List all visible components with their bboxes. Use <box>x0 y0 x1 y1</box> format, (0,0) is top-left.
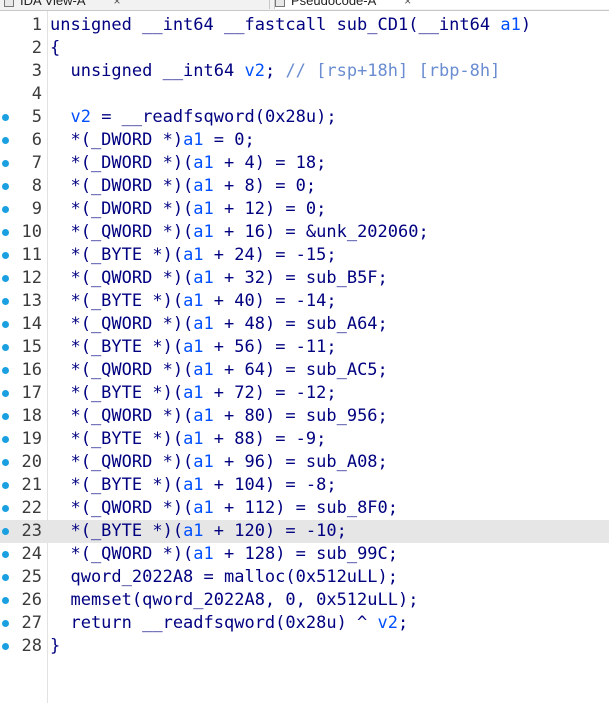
code-line[interactable]: 6 *(_DWORD *)a1 = 0; <box>0 129 609 152</box>
close-icon[interactable]: × <box>114 0 121 8</box>
code-text: *(_QWORD *)(a1 + 48) = sub_A64; <box>50 314 388 334</box>
line-number: 18 <box>21 406 42 426</box>
line-number: 4 <box>31 84 42 104</box>
code-text: *(_DWORD *)(a1 + 8) = 0; <box>50 176 317 196</box>
code-line[interactable]: 28} <box>0 635 609 658</box>
code-line[interactable]: 7 *(_DWORD *)(a1 + 4) = 18; <box>0 152 609 175</box>
code-line[interactable]: 25 qword_2022A8 = malloc(0x512uLL); <box>0 566 609 589</box>
line-number: 1 <box>31 15 42 35</box>
code-line[interactable]: 19 *(_BYTE *)(a1 + 88) = -9; <box>0 428 609 451</box>
code-text: return __readfsqword(0x28u) ^ v2; <box>50 613 409 633</box>
close-icon[interactable]: × <box>404 0 411 8</box>
code-text: unsigned __int64 __fastcall sub_CD1(__in… <box>50 15 532 35</box>
code-text: *(_QWORD *)(a1 + 32) = sub_B5F; <box>50 268 388 288</box>
tab-pseudocode-a[interactable]: Pseudocode-A × <box>274 0 609 9</box>
code-text: { <box>50 38 61 58</box>
code-text: *(_DWORD *)a1 = 0; <box>50 130 255 150</box>
tab-label: IDA View-A <box>20 0 86 8</box>
code-line[interactable]: 13 *(_BYTE *)(a1 + 40) = -14; <box>0 290 609 313</box>
code-line[interactable]: 11 *(_BYTE *)(a1 + 24) = -15; <box>0 244 609 267</box>
tab-strip: IDA View-A × Pseudocode-A × <box>0 0 609 11</box>
code-text: memset(qword_2022A8, 0, 0x512uLL); <box>50 590 419 610</box>
line-number: 20 <box>21 452 42 472</box>
line-number: 10 <box>21 222 42 242</box>
code-line[interactable]: 5 v2 = __readfsqword(0x28u); <box>0 106 609 129</box>
code-text: *(_QWORD *)(a1 + 64) = sub_AC5; <box>50 360 388 380</box>
code-text: *(_BYTE *)(a1 + 24) = -15; <box>50 245 337 265</box>
code-line[interactable]: 16 *(_QWORD *)(a1 + 64) = sub_AC5; <box>0 359 609 382</box>
code-line[interactable]: 8 *(_DWORD *)(a1 + 8) = 0; <box>0 175 609 198</box>
line-number: 28 <box>21 636 42 656</box>
line-number: 3 <box>31 61 42 81</box>
line-number: 27 <box>21 613 42 633</box>
code-line[interactable]: 12 *(_QWORD *)(a1 + 32) = sub_B5F; <box>0 267 609 290</box>
tab-label: Pseudocode-A <box>291 0 377 8</box>
line-number: 5 <box>31 107 42 127</box>
pseudocode-editor[interactable]: 1 unsigned __int64 __fastcall sub_CD1(__i… <box>0 11 609 703</box>
code-text: *(_QWORD *)(a1 + 16) = &unk_202060; <box>50 222 429 242</box>
line-number: 25 <box>21 567 42 587</box>
code-line[interactable]: 4 <box>0 83 609 106</box>
line-number: 15 <box>21 337 42 357</box>
line-number: 21 <box>21 475 42 495</box>
line-number: 24 <box>21 544 42 564</box>
line-number: 8 <box>31 176 42 196</box>
line-number: 7 <box>31 153 42 173</box>
code-text: *(_BYTE *)(a1 + 104) = -8; <box>50 475 337 495</box>
code-text: *(_BYTE *)(a1 + 56) = -11; <box>50 337 337 357</box>
line-number: 19 <box>21 429 42 449</box>
code-line[interactable]: 14 *(_QWORD *)(a1 + 48) = sub_A64; <box>0 313 609 336</box>
tab-ida-view-a[interactable]: IDA View-A × <box>4 0 270 9</box>
code-line[interactable]: 22 *(_QWORD *)(a1 + 112) = sub_8F0; <box>0 497 609 520</box>
line-number: 23 <box>21 521 42 541</box>
code-line[interactable]: 2{ <box>0 37 609 60</box>
line-number: 14 <box>21 314 42 334</box>
code-text: *(_BYTE *)(a1 + 40) = -14; <box>50 291 337 311</box>
code-line[interactable]: 26 memset(qword_2022A8, 0, 0x512uLL); <box>0 589 609 612</box>
code-text: unsigned __int64 v2; // [rsp+18h] [rbp-8… <box>50 61 501 81</box>
code-line[interactable]: 27 return __readfsqword(0x28u) ^ v2; <box>0 612 609 635</box>
code-line[interactable]: 24 *(_QWORD *)(a1 + 128) = sub_99C; <box>0 543 609 566</box>
code-line[interactable]: 17 *(_BYTE *)(a1 + 72) = -12; <box>0 382 609 405</box>
code-text: *(_QWORD *)(a1 + 128) = sub_99C; <box>50 544 399 564</box>
line-number: 2 <box>31 38 42 58</box>
code-text: *(_DWORD *)(a1 + 4) = 18; <box>50 153 327 173</box>
line-number: 26 <box>21 590 42 610</box>
line-number: 12 <box>21 268 42 288</box>
code-text: qword_2022A8 = malloc(0x512uLL); <box>50 567 398 587</box>
line-number: 22 <box>21 498 42 518</box>
code-line[interactable]: 3 unsigned __int64 v2; // [rsp+18h] [rbp… <box>0 60 609 83</box>
code-text: v2 = __readfsqword(0x28u); <box>70 107 337 127</box>
line-number: 13 <box>21 291 42 311</box>
code-line[interactable]: 20 *(_QWORD *)(a1 + 96) = sub_A08; <box>0 451 609 474</box>
line-number: 16 <box>21 360 42 380</box>
line-number: 9 <box>31 199 42 219</box>
line-number: 6 <box>31 130 42 150</box>
code-text: *(_QWORD *)(a1 + 96) = sub_A08; <box>50 452 388 472</box>
code-text: *(_QWORD *)(a1 + 112) = sub_8F0; <box>50 498 399 518</box>
code-line[interactable]: 18 *(_QWORD *)(a1 + 80) = sub_956; <box>0 405 609 428</box>
code-line[interactable]: 23 *(_BYTE *)(a1 + 120) = -10; <box>0 520 609 543</box>
code-text: *(_BYTE *)(a1 + 88) = -9; <box>50 429 327 449</box>
code-line[interactable]: 9 *(_DWORD *)(a1 + 12) = 0; <box>0 198 609 221</box>
line-number: 11 <box>21 245 42 265</box>
code-line[interactable]: 15 *(_BYTE *)(a1 + 56) = -11; <box>0 336 609 359</box>
code-line[interactable]: 10 *(_QWORD *)(a1 + 16) = &unk_202060; <box>0 221 609 244</box>
code-text: *(_BYTE *)(a1 + 120) = -10; <box>50 521 347 541</box>
code-text: *(_DWORD *)(a1 + 12) = 0; <box>50 199 327 219</box>
document-icon <box>275 0 285 7</box>
line-number: 17 <box>21 383 42 403</box>
code-line[interactable]: 1 unsigned __int64 __fastcall sub_CD1(__i… <box>0 14 609 37</box>
code-text: } <box>50 636 61 656</box>
code-line[interactable]: 21 *(_BYTE *)(a1 + 104) = -8; <box>0 474 609 497</box>
code-text: *(_QWORD *)(a1 + 80) = sub_956; <box>50 406 388 426</box>
document-icon <box>4 0 14 7</box>
code-text: *(_BYTE *)(a1 + 72) = -12; <box>50 383 337 403</box>
